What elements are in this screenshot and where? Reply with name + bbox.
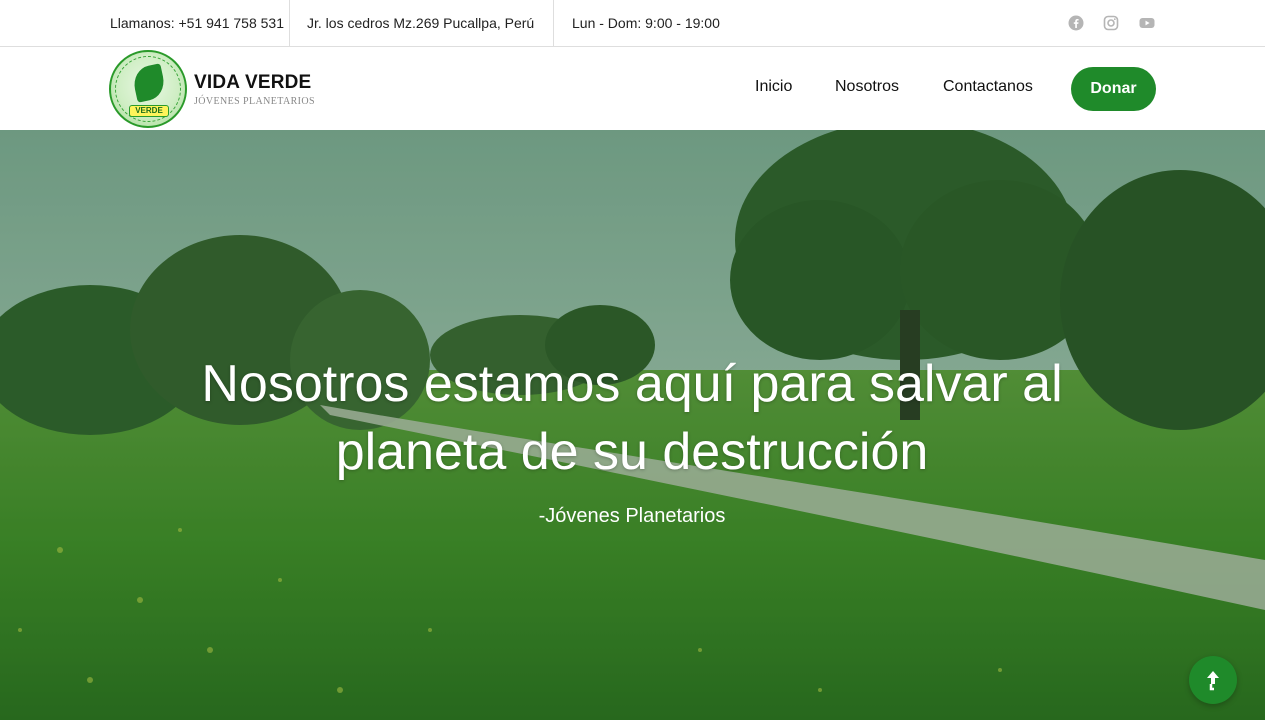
hero-headline: Nosotros estamos aquí para salvar al pla… <box>132 350 1132 486</box>
facebook-icon[interactable] <box>1067 14 1085 32</box>
divider <box>553 0 554 46</box>
scroll-to-top-button[interactable] <box>1189 656 1237 704</box>
nav-item-contactanos[interactable]: Contactanos <box>943 78 1033 96</box>
instagram-icon[interactable] <box>1102 14 1120 32</box>
top-info-bar: Llamanos: +51 941 758 531 Jr. los cedros… <box>0 0 1265 47</box>
logo-badge: VERDE <box>129 105 169 117</box>
contact-address: Jr. los cedros Mz.269 Pucallpa, Perú <box>307 15 535 31</box>
hero-tagline: -Jóvenes Planetarios <box>538 505 726 527</box>
hero-banner: Nosotros estamos aquí para salvar al pla… <box>0 130 1265 720</box>
donate-button[interactable]: Donar <box>1071 67 1156 111</box>
youtube-icon[interactable] <box>1138 14 1156 32</box>
divider <box>289 0 290 46</box>
nav-item-nosotros[interactable]: Nosotros <box>835 78 899 96</box>
site-logo[interactable]: VERDE <box>109 50 187 128</box>
hero-headline-line: planeta de su destrucción <box>335 423 929 481</box>
brand-name[interactable]: VIDA VERDE <box>194 72 311 94</box>
opening-hours: Lun - Dom: 9:00 - 19:00 <box>572 15 720 31</box>
brand-subtitle: JÓVENES PLANETARIOS <box>194 96 315 107</box>
hero-headline-line: Nosotros estamos aquí para salvar al <box>201 355 1063 413</box>
contact-phone[interactable]: Llamanos: +51 941 758 531 <box>110 0 284 46</box>
arrow-up-icon <box>1207 671 1219 691</box>
nav-item-inicio[interactable]: Inicio <box>755 78 792 96</box>
